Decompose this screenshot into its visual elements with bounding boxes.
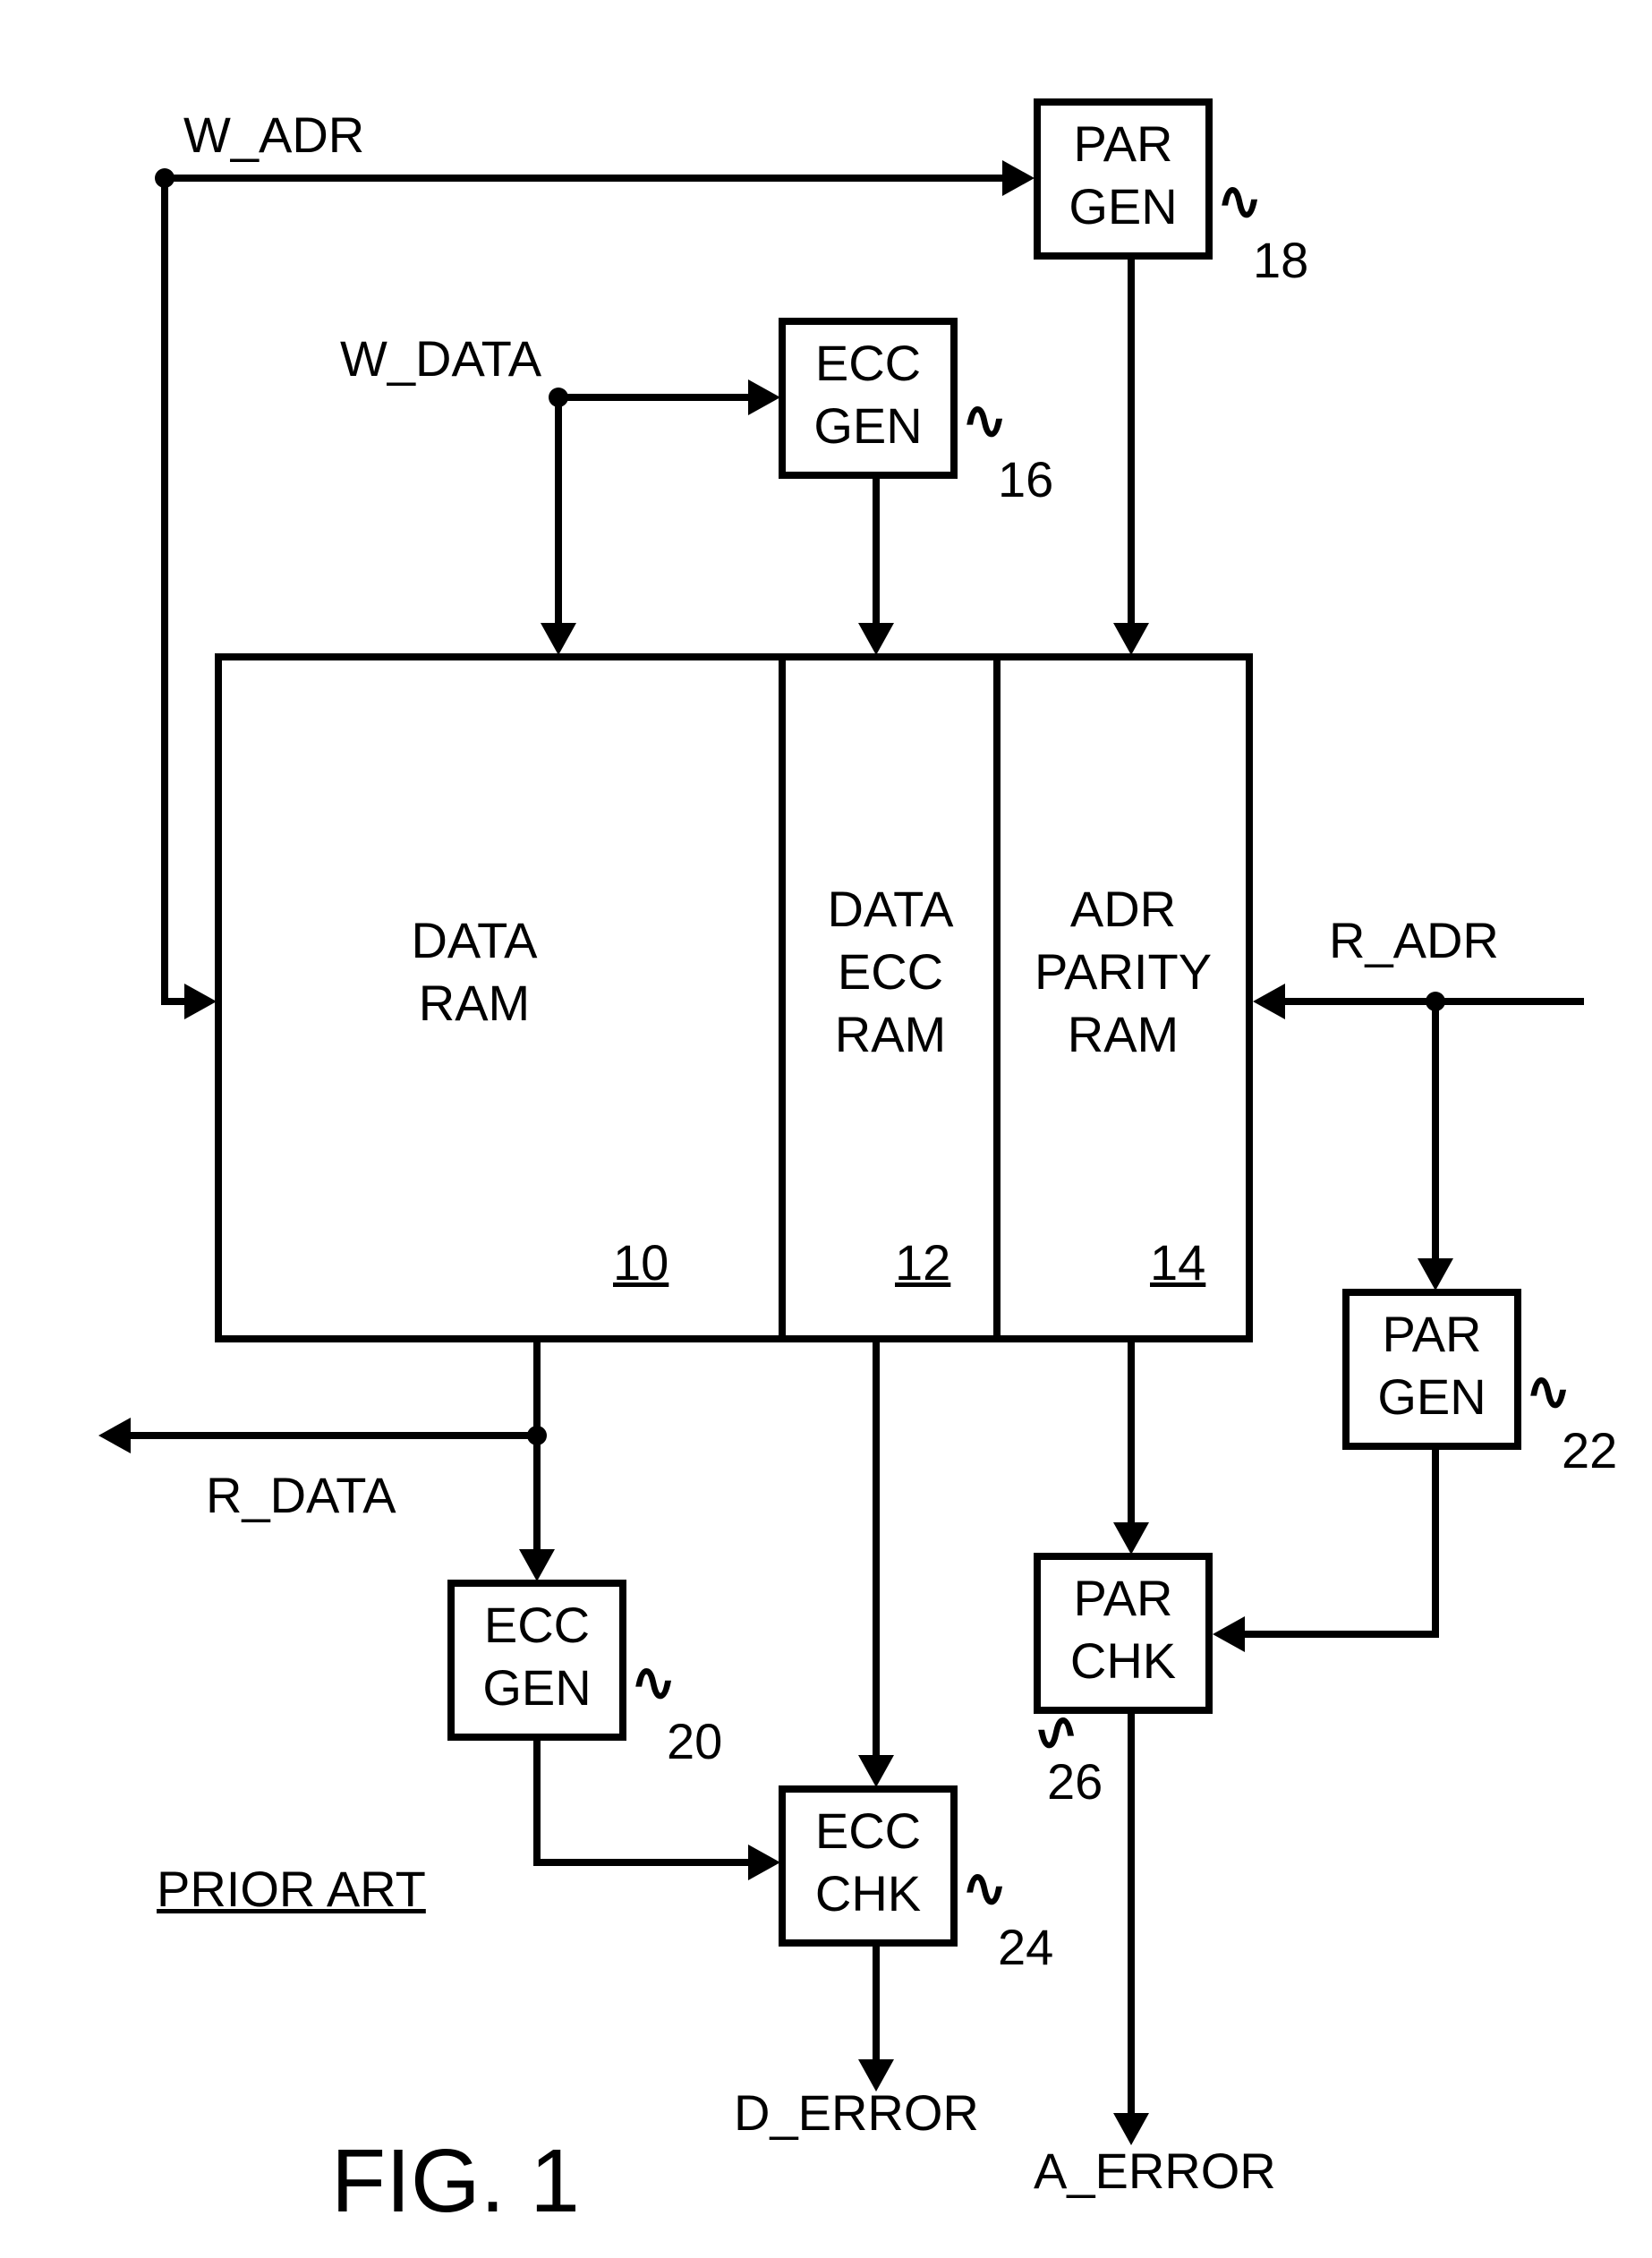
label-par-chk-l2: CHK <box>1060 1633 1186 1689</box>
wire <box>1432 998 1439 1262</box>
label-adr-par-ram-l2: PARITY <box>1002 944 1244 1000</box>
ref-26: 26 <box>1047 1754 1103 1810</box>
label-r-data: R_DATA <box>206 1468 396 1523</box>
label-r-adr: R_ADR <box>1329 913 1499 968</box>
arrowhead-icon <box>184 984 217 1019</box>
wire <box>161 175 168 1005</box>
lead-line-24: ∿ <box>962 1857 1007 1920</box>
wire <box>161 175 1002 182</box>
wire <box>125 1432 537 1439</box>
label-data-ram-l1: DATA <box>340 913 609 968</box>
label-d-error: D_ERROR <box>734 2085 979 2141</box>
wire <box>555 394 748 401</box>
label-ecc-gen-b-l1: ECC <box>474 1598 600 1653</box>
label-ecc-gen-b-l2: GEN <box>474 1660 600 1716</box>
ref-14: 14 <box>1150 1235 1205 1291</box>
arrowhead-icon <box>748 1845 780 1880</box>
figure-caption: FIG. 1 <box>331 2130 580 2233</box>
wire <box>1128 1342 1135 1526</box>
label-ecc-chk-l2: CHK <box>805 1866 931 1921</box>
arrowhead-icon <box>858 1755 894 1787</box>
arrowhead-icon <box>748 379 780 415</box>
ref-24: 24 <box>998 1920 1053 1975</box>
lead-line-20: ∿ <box>631 1651 676 1714</box>
divider-2 <box>993 653 1001 1342</box>
label-par-gen-r-l2: GEN <box>1369 1369 1494 1425</box>
wire <box>533 1741 541 1866</box>
arrowhead-icon <box>519 1549 555 1581</box>
label-ecc-chk-l1: ECC <box>805 1803 931 1859</box>
arrowhead-icon <box>858 623 894 655</box>
wire <box>1432 1450 1439 1638</box>
arrowhead-icon <box>98 1418 131 1453</box>
ref-18: 18 <box>1253 233 1308 288</box>
wire <box>533 1432 541 1553</box>
arrowhead-icon <box>1002 160 1035 196</box>
wire <box>1128 260 1135 626</box>
wire <box>1244 1631 1439 1638</box>
arrowhead-icon <box>1213 1616 1245 1652</box>
arrowhead-icon <box>1113 1522 1149 1555</box>
divider-1 <box>779 653 786 1342</box>
label-prior-art: PRIOR ART <box>157 1862 426 1917</box>
wire <box>873 1342 880 1759</box>
arrowhead-icon <box>1113 2113 1149 2145</box>
diagram-page: W_ADR W_DATA PAR GEN ∿ 18 ECC GEN ∿ 16 D… <box>0 0 1652 2258</box>
label-par-gen-top-l1: PAR <box>1060 116 1186 172</box>
ref-22: 22 <box>1562 1423 1617 1478</box>
ref-16: 16 <box>998 452 1053 507</box>
ref-10: 10 <box>613 1235 668 1291</box>
label-w-adr: W_ADR <box>183 107 364 163</box>
label-data-ecc-ram-l1: DATA <box>792 882 989 937</box>
wire <box>533 1342 541 1432</box>
label-data-ecc-ram-l2: ECC <box>792 944 989 1000</box>
label-par-gen-r-l1: PAR <box>1369 1307 1494 1362</box>
label-w-data: W_DATA <box>340 331 541 387</box>
lead-line-16: ∿ <box>962 389 1007 452</box>
ref-12: 12 <box>895 1235 950 1291</box>
wire <box>555 394 562 626</box>
wire <box>1128 1714 1135 2117</box>
arrowhead-icon <box>541 623 576 655</box>
label-data-ecc-ram-l3: RAM <box>792 1007 989 1062</box>
ref-20: 20 <box>667 1714 722 1769</box>
arrowhead-icon <box>1113 623 1149 655</box>
label-ecc-gen-top-l1: ECC <box>805 336 931 391</box>
lead-line-18: ∿ <box>1217 170 1262 233</box>
label-ecc-gen-top-l2: GEN <box>805 398 931 454</box>
label-data-ram-l2: RAM <box>340 976 609 1031</box>
arrowhead-icon <box>1253 984 1285 1019</box>
arrowhead-icon <box>1418 1258 1453 1291</box>
label-par-gen-top-l2: GEN <box>1060 179 1186 234</box>
label-par-chk-l1: PAR <box>1060 1571 1186 1626</box>
label-adr-par-ram-l1: ADR <box>1002 882 1244 937</box>
label-a-error: A_ERROR <box>1034 2143 1276 2199</box>
label-adr-par-ram-l3: RAM <box>1002 1007 1244 1062</box>
arrowhead-icon <box>858 2059 894 2092</box>
wire <box>873 1947 880 2063</box>
wire <box>873 479 880 626</box>
wire <box>533 1859 748 1866</box>
lead-line-22: ∿ <box>1526 1360 1571 1423</box>
